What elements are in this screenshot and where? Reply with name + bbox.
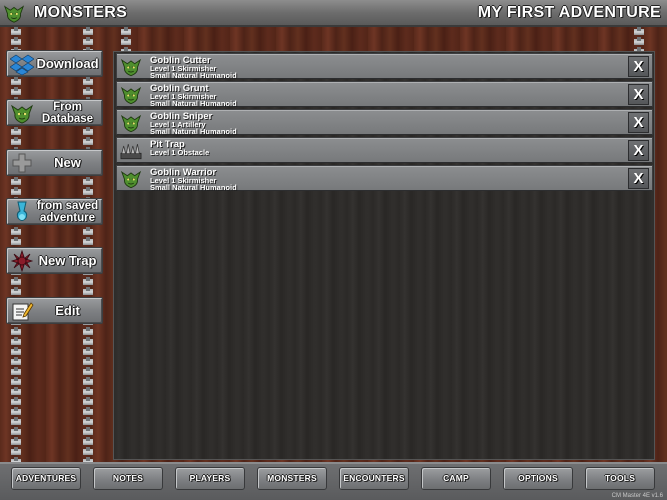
- goblin-head-icon: [120, 168, 142, 189]
- remove-button[interactable]: X: [628, 84, 649, 105]
- goblin-head-icon: [3, 2, 25, 24]
- new-button[interactable]: New: [6, 149, 103, 176]
- page-title: MONSTERS: [34, 4, 128, 21]
- new-trap-label: New Trap: [38, 252, 97, 268]
- list-item[interactable]: Goblin Grunt Level 1 Skirmisher Small Na…: [116, 81, 653, 108]
- chain-decoration: [83, 27, 93, 462]
- from-saved-adventure-button[interactable]: from saved adventure: [6, 198, 103, 225]
- download-label: Download: [36, 55, 99, 71]
- list-item[interactable]: Goblin Cutter Level 1 Skirmisher Small N…: [116, 53, 653, 80]
- edit-button[interactable]: Edit: [6, 297, 103, 324]
- list-item[interactable]: Pit Trap Level 1 Obstacle X: [116, 137, 653, 163]
- monster-type: Small Natural Humanoid: [150, 99, 237, 108]
- tab-camp[interactable]: CAMP: [421, 467, 491, 490]
- from-database-button[interactable]: From Database: [6, 99, 103, 126]
- chain-decoration: [11, 27, 21, 462]
- remove-button[interactable]: X: [628, 112, 649, 133]
- edit-icon: [12, 302, 34, 321]
- goblin-head-icon: [10, 102, 34, 124]
- trap-icon: [10, 250, 34, 272]
- plus-icon: [12, 153, 32, 173]
- list-item[interactable]: Goblin Sniper Level 1 Artillery Small Na…: [116, 109, 653, 136]
- version-label: CM Master 4E v1.6: [611, 493, 663, 499]
- new-trap-button[interactable]: New Trap: [6, 247, 103, 274]
- tab-notes[interactable]: NOTES: [93, 467, 163, 490]
- spike-trap-icon: [120, 144, 142, 160]
- dropbox-icon: [10, 54, 34, 75]
- trap-level: Level 1 Obstacle: [150, 148, 210, 157]
- adventure-title: MY FIRST ADVENTURE: [477, 4, 661, 21]
- monster-type: Small Natural Humanoid: [150, 127, 237, 136]
- new-label: New: [54, 154, 81, 170]
- edit-label: Edit: [55, 302, 80, 318]
- goblin-head-icon: [120, 112, 142, 133]
- goblin-head-icon: [120, 84, 142, 105]
- tab-monsters[interactable]: MONSTERS: [257, 467, 327, 490]
- tab-players[interactable]: PLAYERS: [175, 467, 245, 490]
- monster-type: Small Natural Humanoid: [150, 183, 237, 192]
- tab-options[interactable]: OPTIONS: [503, 467, 573, 490]
- list-item[interactable]: Goblin Warrior Level 1 Skirmisher Small …: [116, 165, 653, 192]
- potion-icon: [16, 201, 28, 221]
- remove-button[interactable]: X: [628, 168, 649, 189]
- monster-list: Goblin Cutter Level 1 Skirmisher Small N…: [113, 51, 655, 460]
- goblin-head-icon: [120, 56, 142, 77]
- from-saved-adventure-label: from saved adventure: [36, 199, 99, 224]
- tab-tools[interactable]: TOOLS: [585, 467, 655, 490]
- remove-button[interactable]: X: [628, 140, 649, 161]
- chain-decoration: [634, 27, 644, 51]
- title-bar: MONSTERS MY FIRST ADVENTURE: [0, 0, 667, 27]
- download-button[interactable]: Download: [6, 50, 103, 77]
- tab-adventures[interactable]: ADVENTURES: [11, 467, 81, 490]
- from-database-label: From Database: [41, 100, 94, 125]
- monster-type: Small Natural Humanoid: [150, 71, 237, 80]
- chain-decoration: [121, 27, 131, 51]
- remove-button[interactable]: X: [628, 56, 649, 77]
- tab-encounters[interactable]: ENCOUNTERS: [339, 467, 409, 490]
